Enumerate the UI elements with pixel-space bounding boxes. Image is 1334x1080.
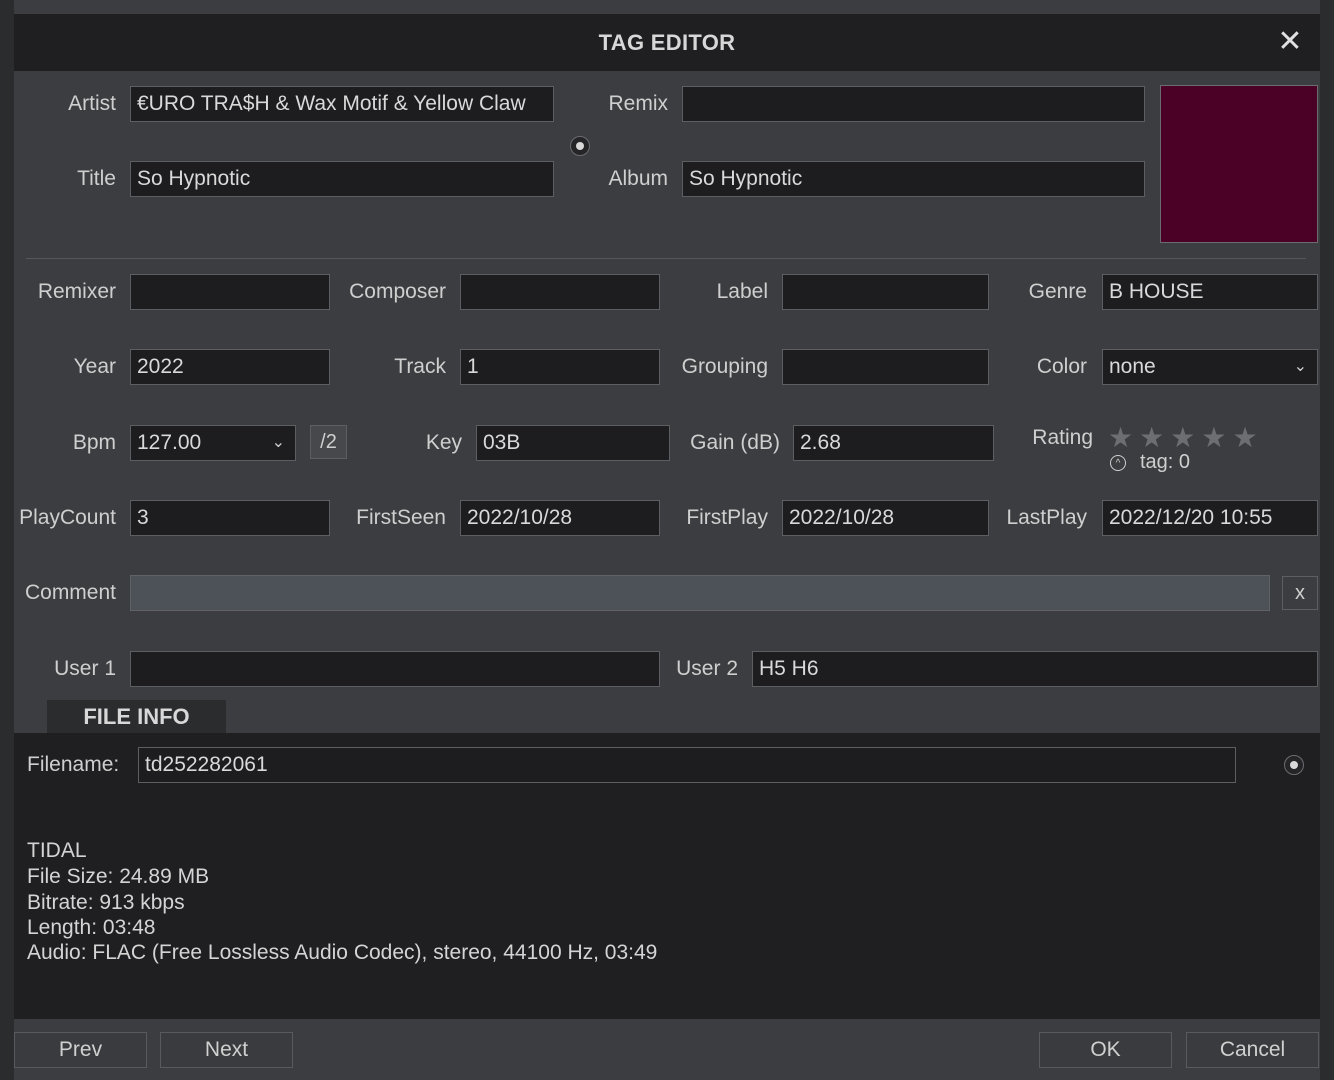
file-info-panel: Filename: td252282061 TIDAL File Size: 2…	[14, 733, 1320, 1019]
filename-label: Filename:	[27, 753, 120, 776]
track-label: Track	[394, 355, 446, 378]
user2-label: User 2	[676, 657, 738, 680]
next-button[interactable]: Next	[160, 1032, 293, 1068]
file-audio: Audio: FLAC (Free Lossless Audio Codec),…	[27, 941, 658, 964]
firstseen-label: FirstSeen	[356, 506, 446, 529]
year-field[interactable]: 2022	[130, 349, 330, 385]
star-icon[interactable]: ★	[1108, 424, 1133, 452]
track-field[interactable]: 1	[460, 349, 660, 385]
firstplay-field[interactable]: 2022/10/28	[782, 500, 989, 536]
gain-label: Gain (dB)	[690, 431, 780, 454]
album-field[interactable]: So Hypnotic	[682, 161, 1145, 197]
rating-tag: ^ tag: 0	[1110, 451, 1190, 477]
star-icon[interactable]: ★	[1201, 424, 1226, 452]
rating-stars: ★ ★ ★ ★ ★	[1108, 424, 1264, 452]
label-label: Label	[716, 280, 768, 303]
composer-label: Composer	[349, 280, 446, 303]
tab-file-info[interactable]: FILE INFO	[47, 700, 226, 734]
genre-label: Genre	[1028, 280, 1087, 303]
file-size: File Size: 24.89 MB	[27, 865, 210, 888]
year-label: Year	[73, 355, 116, 378]
color-value: none	[1109, 355, 1156, 378]
composer-field[interactable]	[460, 274, 660, 310]
remix-field[interactable]	[682, 86, 1145, 122]
comment-field[interactable]	[130, 575, 1270, 611]
rating-tag-text: tag: 0	[1140, 451, 1191, 473]
color-dropdown[interactable]: none ⌄	[1102, 349, 1318, 385]
bpm-label: Bpm	[72, 431, 116, 454]
chevron-down-icon: ⌄	[271, 434, 285, 451]
user1-field[interactable]	[130, 651, 660, 687]
grouping-field[interactable]	[782, 349, 989, 385]
star-icon[interactable]: ★	[1139, 424, 1164, 452]
rating-label: Rating	[1032, 426, 1093, 449]
bpm-value: 127.00	[137, 431, 202, 454]
key-label: Key	[425, 431, 462, 454]
user1-label: User 1	[54, 657, 116, 680]
swap-radio-icon[interactable]	[570, 136, 590, 156]
bpm-half-button[interactable]: /2	[310, 425, 347, 459]
title-label: Title	[77, 167, 116, 190]
tag-editor-dialog: TAG EDITOR ✕ Artist €URO TRA$H & Wax Mot…	[0, 0, 1334, 1080]
file-options-icon[interactable]	[1284, 755, 1304, 775]
genre-field[interactable]: B HOUSE	[1102, 274, 1318, 310]
firstplay-label: FirstPlay	[686, 506, 768, 529]
filename-field[interactable]: td252282061	[138, 747, 1236, 783]
chevron-up-circle-icon[interactable]: ^	[1110, 454, 1126, 471]
bpm-dropdown[interactable]: 127.00 ⌄	[130, 425, 296, 461]
artist-label: Artist	[68, 92, 116, 115]
star-icon[interactable]: ★	[1170, 424, 1195, 452]
playcount-label: PlayCount	[19, 506, 116, 529]
cancel-button[interactable]: Cancel	[1186, 1032, 1319, 1068]
user2-field[interactable]: H5 H6	[752, 651, 1318, 687]
artist-field[interactable]: €URO TRA$H & Wax Motif & Yellow Claw	[130, 86, 554, 122]
prev-button[interactable]: Prev	[14, 1032, 147, 1068]
label-field[interactable]	[782, 274, 989, 310]
album-label: Album	[608, 167, 668, 190]
playcount-field[interactable]: 3	[130, 500, 330, 536]
remix-label: Remix	[608, 92, 668, 115]
lastplay-label: LastPlay	[1006, 506, 1087, 529]
title-field[interactable]: So Hypnotic	[130, 161, 554, 197]
lastplay-field[interactable]: 2022/12/20 10:55	[1102, 500, 1318, 536]
divider	[26, 258, 1306, 259]
ok-button[interactable]: OK	[1039, 1032, 1172, 1068]
star-icon[interactable]: ★	[1232, 424, 1257, 452]
gain-field[interactable]: 2.68	[793, 425, 994, 461]
close-icon[interactable]: ✕	[1274, 26, 1306, 58]
cover-art[interactable]	[1160, 85, 1318, 243]
clear-comment-button[interactable]: x	[1282, 576, 1318, 610]
file-bitrate: Bitrate: 913 kbps	[27, 891, 185, 914]
key-field[interactable]: 03B	[476, 425, 670, 461]
grouping-label: Grouping	[681, 355, 768, 378]
firstseen-field[interactable]: 2022/10/28	[460, 500, 660, 536]
dialog-title: TAG EDITOR	[598, 30, 736, 55]
chevron-down-icon: ⌄	[1293, 358, 1307, 375]
file-source: TIDAL	[27, 839, 87, 862]
remixer-field[interactable]	[130, 274, 330, 310]
comment-label: Comment	[24, 581, 116, 604]
remixer-label: Remixer	[37, 280, 116, 303]
file-length: Length: 03:48	[27, 916, 156, 939]
color-label: Color	[1036, 355, 1087, 378]
title-bar: TAG EDITOR ✕	[14, 14, 1320, 71]
